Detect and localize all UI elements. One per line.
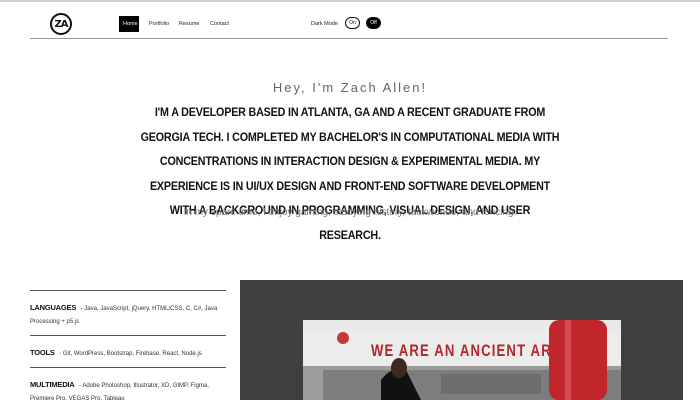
dark-mode-off-button[interactable]: Off: [366, 17, 381, 29]
taekwondo-photo: WE ARE AN ANCIENT ART: [303, 320, 621, 400]
nav-link-resume[interactable]: Resume: [179, 16, 199, 32]
photo-illustration: WE ARE AN ANCIENT ART: [303, 320, 621, 400]
nav-link-home[interactable]: Home: [119, 16, 139, 32]
skill-items: Git, WordPress, Bootstrap, Firebase, Rea…: [62, 351, 202, 357]
hero-bio: I'm a developer based in Atlanta, GA and…: [140, 105, 560, 242]
dark-mode-label: Dark Mode: [311, 21, 338, 27]
skill-multimedia: MULTIMEDIA - Adobe Photoshop, Illustrato…: [30, 367, 226, 400]
logo[interactable]: ZA: [50, 13, 72, 35]
top-nav: ZA Home Portfolio Resume Contact Dark Mo…: [0, 2, 700, 38]
skill-title: TOOLS: [30, 348, 55, 357]
banner-text: WE ARE AN ANCIENT ART: [371, 341, 561, 360]
skills-list: LANGUAGES - Java, JavaScript, jQuery, HT…: [30, 290, 226, 400]
nav-divider: [30, 38, 668, 39]
nav-link-contact[interactable]: Contact: [210, 16, 229, 32]
dark-mode-on-button[interactable]: On: [345, 17, 360, 29]
media-panel: WE ARE AN ANCIENT ART: [240, 280, 683, 400]
skill-title: LANGUAGES: [30, 303, 77, 312]
hero-greeting: Hey, I'm Zach Allen!: [272, 80, 428, 95]
skill-languages: LANGUAGES - Java, JavaScript, jQuery, HT…: [30, 290, 226, 335]
skill-title: MULTIMEDIA: [30, 380, 75, 389]
hero-hobbies: In my spare time, I enjoy gaming, studyi…: [183, 207, 517, 218]
nav-link-portfolio[interactable]: Portfolio: [149, 16, 169, 32]
skill-tools: TOOLS - Git, WordPress, Bootstrap, Fireb…: [30, 335, 226, 367]
